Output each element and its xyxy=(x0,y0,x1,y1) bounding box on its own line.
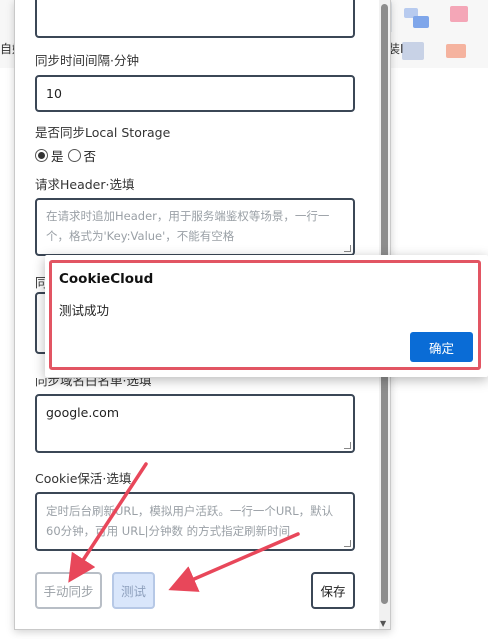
resize-handle-icon[interactable] xyxy=(344,442,351,449)
bookmark-label[interactable]: 自媒 xyxy=(0,40,14,57)
blurred-icon xyxy=(402,42,424,60)
header-textarea[interactable]: 在请求时追加Header，用于服务端鉴权等场景，一行一个，格式为'Key:Val… xyxy=(35,198,355,256)
alert-dialog: CookieCloud 测试成功 确定 xyxy=(45,255,488,377)
test-button[interactable]: 测试 xyxy=(112,572,155,609)
save-button[interactable]: 保存 xyxy=(311,572,355,609)
blurred-icon xyxy=(450,6,468,22)
resize-handle-icon[interactable] xyxy=(344,245,351,252)
manual-sync-button[interactable]: 手动同步 xyxy=(35,572,102,609)
highlight-frame xyxy=(49,260,481,370)
local-storage-label: 是否同步Local Storage xyxy=(35,125,171,140)
local-storage-no-radio[interactable] xyxy=(67,148,81,162)
local-storage-yes-radio[interactable] xyxy=(35,148,48,162)
local-storage-radio-group: 是 否 xyxy=(35,146,100,164)
keepalive-label: Cookie保活·选填 xyxy=(35,471,132,486)
keepalive-placeholder: 定时后台刷新URL，模拟用户活跃。一行一个URL，默认60分钟，可用 URL|分… xyxy=(46,504,334,538)
blurred-icon xyxy=(413,16,429,28)
sync-interval-label: 同步时间间隔·分钟 xyxy=(35,53,139,68)
header-label: 请求Header·选填 xyxy=(35,177,135,192)
local-storage-yes-label[interactable]: 是 xyxy=(51,146,64,165)
blurred-icon xyxy=(446,44,466,58)
keepalive-textarea[interactable]: 定时后台刷新URL，模拟用户活跃。一行一个URL，默认60分钟，可用 URL|分… xyxy=(35,492,355,551)
sync-interval-value: 10 xyxy=(46,86,62,101)
scroll-down-icon[interactable]: ▼ xyxy=(380,619,386,628)
previous-field-input[interactable] xyxy=(35,0,355,38)
header-placeholder: 在请求时追加Header，用于服务端鉴权等场景，一行一个，格式为'Key:Val… xyxy=(46,209,330,243)
sync-interval-input[interactable]: 10 xyxy=(35,75,355,112)
domains-textarea[interactable]: google.com xyxy=(35,394,355,453)
local-storage-no-label[interactable]: 否 xyxy=(84,146,97,165)
domains-value: google.com xyxy=(46,405,119,420)
resize-handle-icon[interactable] xyxy=(344,540,351,547)
